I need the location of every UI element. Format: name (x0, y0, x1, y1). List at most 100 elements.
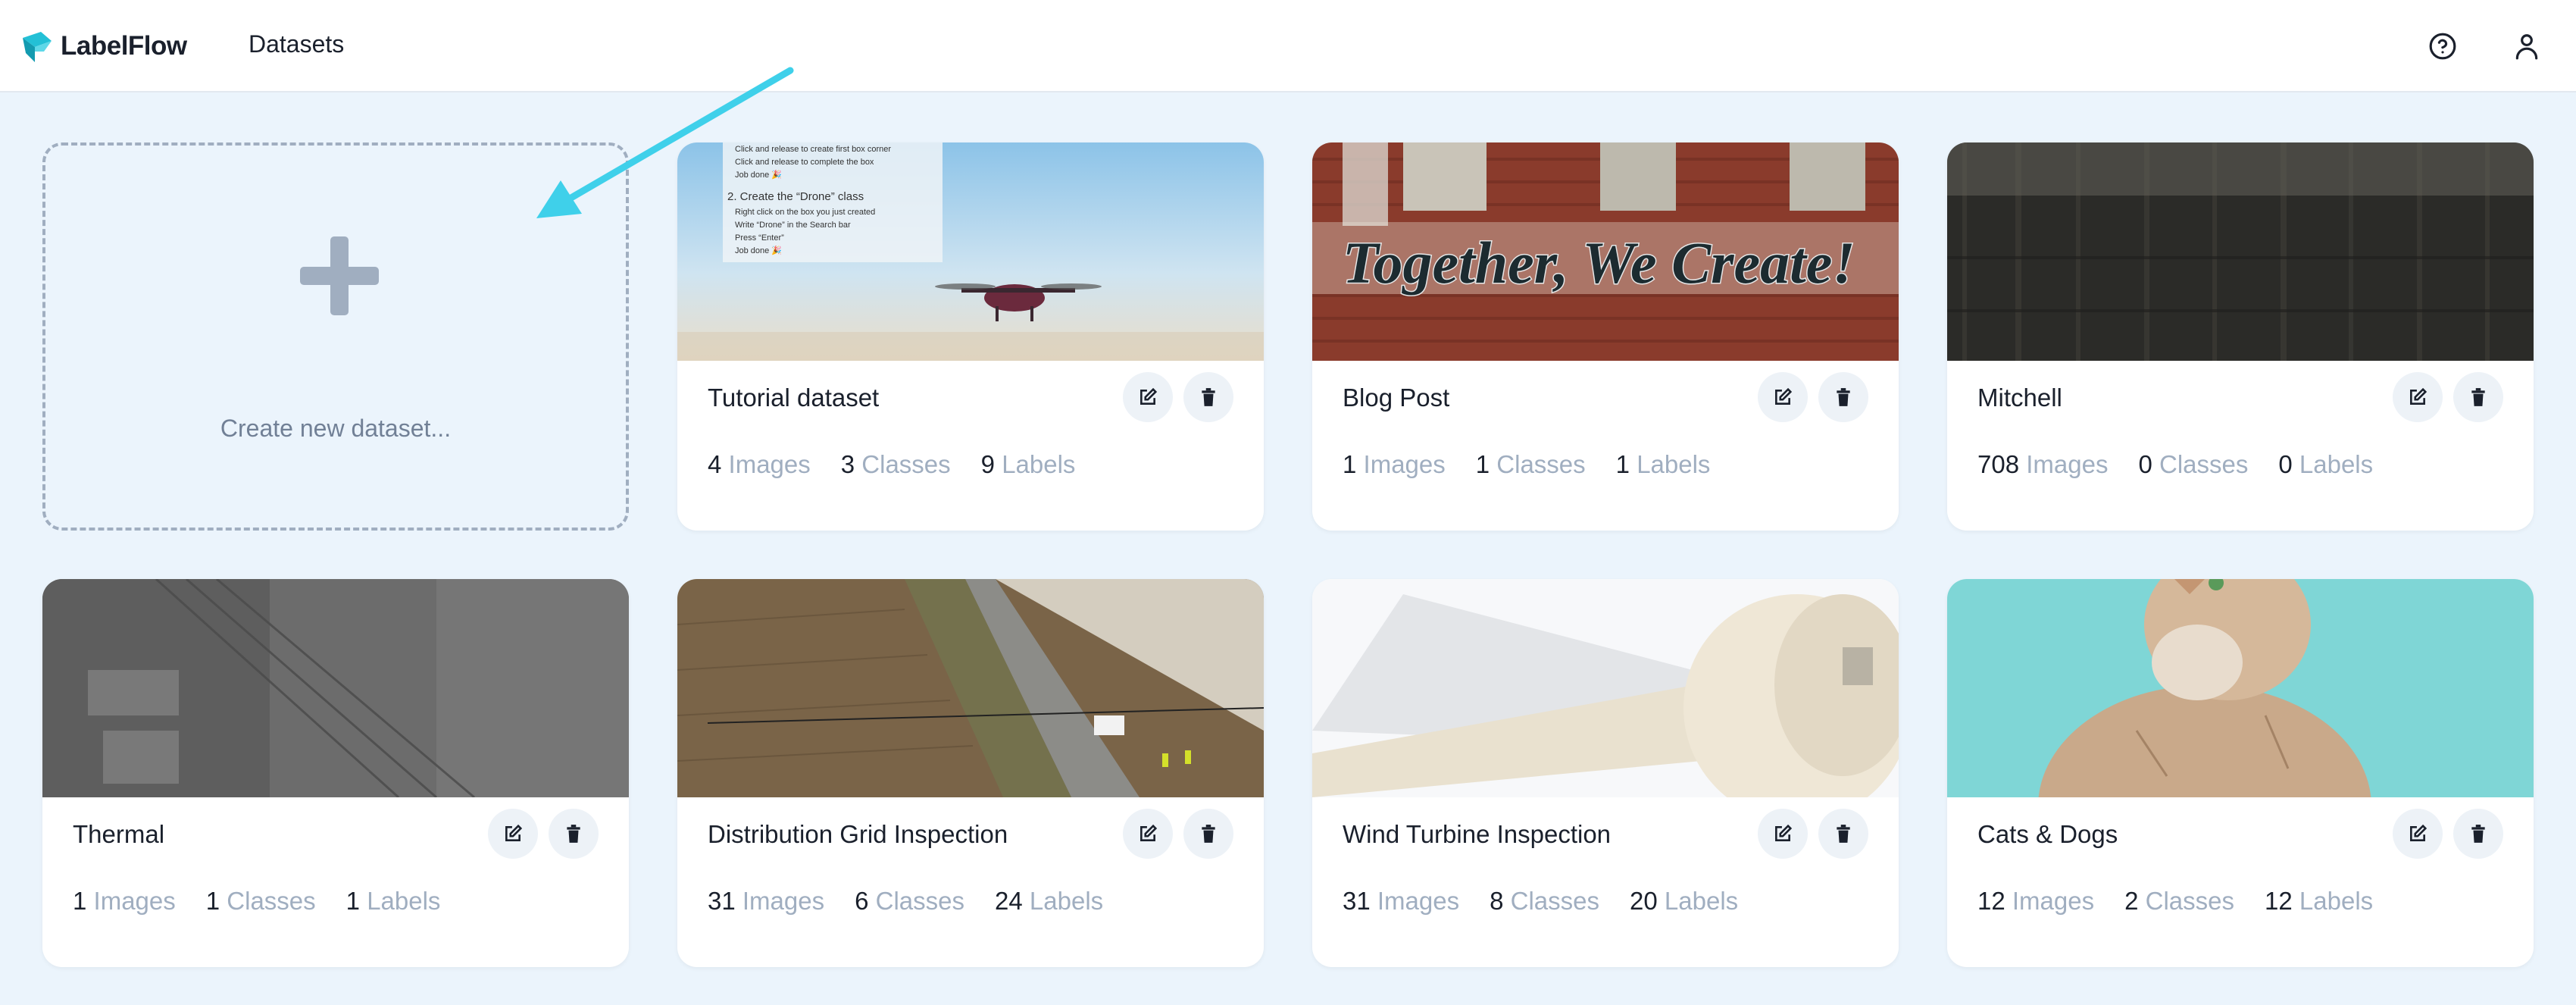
tutorial-instruction-5: Write “Drone” in the Search bar (735, 221, 851, 230)
graffiti-text: Together, We Create! (1343, 230, 1855, 296)
labels-unit: Labels (2299, 450, 2374, 478)
edit-dataset-button[interactable] (1758, 372, 1808, 422)
dataset-thumbnail: Together, We Create! (1312, 142, 1899, 361)
classes-unit: Classes (875, 887, 965, 915)
trash-icon (1837, 388, 1850, 406)
trash-icon (2471, 388, 2485, 406)
classes-unit: Classes (2145, 887, 2235, 915)
dataset-thumbnail (1947, 142, 2534, 361)
labels-count: 1 (1615, 450, 1630, 478)
dataset-card-blog-post[interactable]: Together, We Create! Blog Post 1 Images … (1312, 142, 1899, 531)
dataset-card-cats-dogs[interactable]: Cats & Dogs 12 Images 2 Classes 12 Label… (1947, 579, 2534, 967)
trash-icon (2471, 825, 2485, 843)
edit-icon (1775, 387, 1793, 405)
images-count: 1 (1343, 450, 1357, 478)
trash-icon (1202, 825, 1215, 843)
edit-dataset-button[interactable] (488, 809, 538, 859)
images-unit: Images (93, 887, 176, 915)
tutorial-step-2: 2. Create the “Drone” class (727, 190, 864, 203)
dataset-name: Distribution Grid Inspection (708, 820, 1008, 848)
dataset-card-mitchell[interactable]: Mitchell 708 Images 0 Classes 0 Labels (1947, 142, 2534, 531)
classes-count: 1 (1475, 450, 1490, 478)
edit-icon (505, 824, 523, 841)
classes-unit: Classes (1510, 887, 1600, 915)
images-unit: Images (728, 450, 811, 478)
dataset-name: Thermal (73, 820, 165, 848)
labels-count: 9 (980, 450, 996, 478)
dataset-name: Mitchell (1977, 384, 2062, 412)
labels-unit: Labels (367, 887, 441, 915)
tutorial-instruction-6: Press “Enter” (735, 233, 784, 243)
delete-dataset-button[interactable] (1818, 372, 1868, 422)
dataset-thumbnail (1947, 579, 2534, 797)
labels-count: 12 (2265, 887, 2293, 915)
labels-unit: Labels (1029, 887, 1104, 915)
images-unit: Images (2012, 887, 2095, 915)
classes-unit: Classes (861, 450, 951, 478)
images-unit: Images (2026, 450, 2109, 478)
edit-icon (1140, 824, 1158, 841)
classes-count: 1 (205, 887, 220, 915)
classes-count: 2 (2124, 887, 2139, 915)
edit-dataset-button[interactable] (2393, 809, 2443, 859)
edit-icon (2410, 387, 2428, 405)
classes-unit: Classes (2159, 450, 2249, 478)
images-count: 31 (708, 887, 736, 915)
dataset-thumbnail (1312, 579, 1899, 797)
dataset-name: Wind Turbine Inspection (1343, 820, 1612, 848)
dataset-thumbnail: Click and release to create first box co… (677, 142, 1264, 361)
labels-count: 24 (995, 887, 1023, 915)
labels-unit: Labels (2299, 887, 2374, 915)
edit-dataset-button[interactable] (1123, 372, 1173, 422)
dataset-card-distribution-grid[interactable]: Distribution Grid Inspection 31 Images 6… (677, 579, 1264, 967)
dataset-thumbnail (677, 579, 1264, 797)
edit-dataset-button[interactable] (2393, 372, 2443, 422)
images-count: 708 (1977, 450, 2020, 478)
dataset-card-wind-turbine[interactable]: Wind Turbine Inspection 31 Images 8 Clas… (1312, 579, 1899, 967)
delete-dataset-button[interactable] (1183, 372, 1233, 422)
tutorial-instruction-1: Click and release to create first box co… (735, 145, 891, 154)
images-unit: Images (742, 887, 825, 915)
labels-unit: Labels (1664, 887, 1739, 915)
delete-dataset-button[interactable] (1183, 809, 1233, 859)
classes-count: 6 (855, 887, 869, 915)
labels-unit: Labels (1637, 450, 1711, 478)
edit-icon (1775, 824, 1793, 841)
edit-dataset-button[interactable] (1123, 809, 1173, 859)
dataset-name: Tutorial dataset (708, 384, 880, 412)
delete-dataset-button[interactable] (2453, 372, 2503, 422)
classes-count: 0 (2138, 450, 2152, 478)
images-count: 1 (73, 887, 87, 915)
edit-icon (2410, 824, 2428, 841)
trash-icon (1837, 825, 1850, 843)
tutorial-instruction-7: Job done 🎉 (735, 246, 782, 255)
edit-dataset-button[interactable] (1758, 809, 1808, 859)
classes-unit: Classes (227, 887, 316, 915)
images-unit: Images (1377, 887, 1460, 915)
classes-unit: Classes (1496, 450, 1586, 478)
classes-count: 8 (1490, 887, 1504, 915)
images-count: 12 (1977, 887, 2005, 915)
dataset-card-tutorial[interactable]: Click and release to create first box co… (677, 142, 1264, 531)
dataset-thumbnail (42, 579, 629, 797)
trash-icon (1202, 388, 1215, 406)
tutorial-instruction-2: Click and release to complete the box (735, 158, 874, 167)
labels-count: 0 (2278, 450, 2293, 478)
labels-unit: Labels (1002, 450, 1076, 478)
classes-count: 3 (840, 450, 855, 478)
labels-count: 20 (1630, 887, 1658, 915)
tutorial-instruction-3: Job done 🎉 (735, 170, 782, 180)
images-count: 31 (1343, 887, 1371, 915)
edit-icon (1140, 387, 1158, 405)
labels-count: 1 (345, 887, 361, 915)
delete-dataset-button[interactable] (549, 809, 599, 859)
images-unit: Images (1363, 450, 1446, 478)
dataset-name: Blog Post (1343, 384, 1450, 412)
trash-icon (567, 825, 580, 843)
images-count: 4 (708, 450, 722, 478)
delete-dataset-button[interactable] (1818, 809, 1868, 859)
delete-dataset-button[interactable] (2453, 809, 2503, 859)
dataset-name: Cats & Dogs (1977, 820, 2118, 848)
dataset-card-thermal[interactable]: Thermal 1 Images 1 Classes 1 Labels (42, 579, 629, 967)
tutorial-instruction-4: Right click on the box you just created (735, 208, 875, 217)
